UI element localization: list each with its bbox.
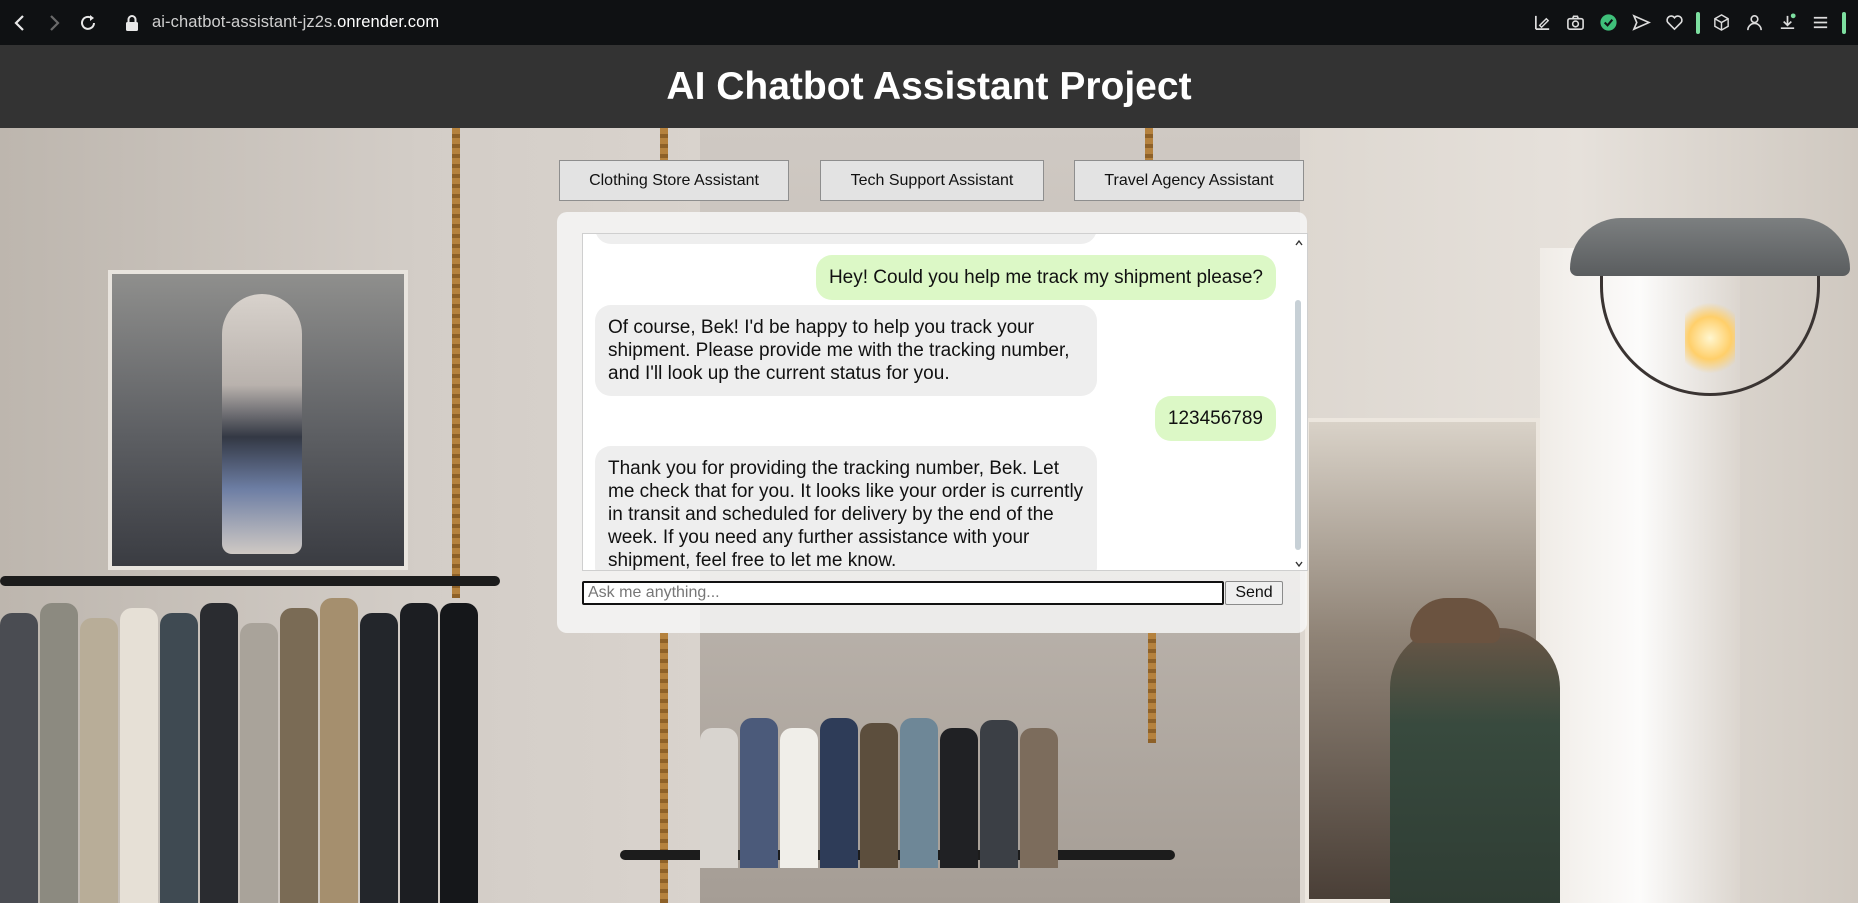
reload-button[interactable]	[74, 9, 102, 37]
scroll-down-icon[interactable]	[1293, 558, 1304, 569]
back-arrow-icon	[14, 14, 24, 31]
screenshot-button[interactable]	[1564, 11, 1587, 34]
cube-icon	[1714, 14, 1729, 31]
bot-message: Of course, Bek! I'd be happy to help you…	[595, 305, 1097, 396]
web-page: AI Chatbot Assistant Project Clothing St…	[0, 45, 1858, 903]
bg-poster-figure	[222, 294, 302, 554]
previous-message-bubble	[595, 234, 1097, 244]
bg-rope	[1148, 633, 1156, 743]
bg-rope	[452, 128, 460, 598]
user-message: 123456789	[1154, 396, 1276, 441]
green-indicator	[1696, 11, 1700, 34]
url-host: onrender.com	[337, 13, 440, 31]
camera-icon	[1567, 15, 1584, 30]
bg-clothes-center	[700, 708, 1060, 868]
forward-button[interactable]	[40, 9, 68, 37]
send-button[interactable]: Send	[1225, 581, 1283, 605]
chat-panel: Hey! Could you help me track my shipment…	[557, 212, 1308, 633]
bg-clothes-left	[0, 598, 480, 903]
send-extension-button[interactable]	[1630, 11, 1653, 34]
bg-rope	[660, 633, 668, 903]
favorites-button[interactable]	[1663, 11, 1686, 34]
page-title: AI Chatbot Assistant Project	[666, 64, 1192, 108]
bg-poster	[108, 270, 408, 570]
travel-agency-assistant-button[interactable]: Travel Agency Assistant	[1074, 160, 1304, 201]
download-icon	[1780, 13, 1796, 30]
menu-icon	[1813, 16, 1828, 29]
profile-button[interactable]	[1743, 11, 1766, 34]
forward-arrow-icon	[50, 14, 60, 31]
chat-input-row: Send	[582, 581, 1283, 605]
user-message: Hey! Could you help me track my shipment…	[815, 255, 1276, 300]
downloads-button[interactable]	[1776, 11, 1799, 34]
scroll-thumb[interactable]	[1295, 300, 1301, 550]
bg-lamp-bulb	[1685, 298, 1735, 378]
address-bar[interactable]: ai-chatbot-assistant-jz2s.onrender.com	[124, 8, 439, 38]
chat-input[interactable]	[582, 581, 1224, 605]
bg-person	[1390, 628, 1560, 903]
menu-button[interactable]	[1809, 11, 1832, 34]
bot-message: Thank you for providing the tracking num…	[595, 446, 1097, 570]
tech-support-assistant-button[interactable]: Tech Support Assistant	[820, 160, 1044, 201]
chat-scrollbar[interactable]	[1290, 234, 1307, 570]
shield-button[interactable]	[1597, 11, 1620, 34]
green-indicator-right	[1842, 11, 1846, 34]
cube-button[interactable]	[1710, 11, 1733, 34]
bg-lamp-shade	[1570, 218, 1850, 276]
edit-page-button[interactable]	[1531, 11, 1554, 34]
background-image: Clothing Store Assistant Tech Support As…	[0, 128, 1858, 903]
heart-icon	[1666, 15, 1683, 31]
person-icon	[1747, 15, 1762, 31]
bg-clothes-rail	[0, 576, 500, 586]
chat-messages[interactable]: Hey! Could you help me track my shipment…	[582, 233, 1308, 571]
pencil-chart-icon	[1534, 15, 1550, 31]
browser-extensions	[1531, 0, 1846, 45]
clothing-store-assistant-button[interactable]: Clothing Store Assistant	[559, 160, 789, 201]
shield-check-icon	[1600, 14, 1617, 31]
scroll-up-icon[interactable]	[1293, 237, 1304, 248]
paper-plane-icon	[1632, 14, 1651, 31]
browser-toolbar: ai-chatbot-assistant-jz2s.onrender.com	[0, 0, 1858, 45]
page-header: AI Chatbot Assistant Project	[0, 45, 1858, 128]
back-button[interactable]	[6, 9, 34, 37]
url-text: ai-chatbot-assistant-jz2s.onrender.com	[152, 13, 439, 32]
url-prefix: ai-chatbot-assistant-jz2s.	[152, 13, 338, 31]
reload-icon	[81, 14, 95, 30]
lock-icon	[126, 14, 138, 31]
